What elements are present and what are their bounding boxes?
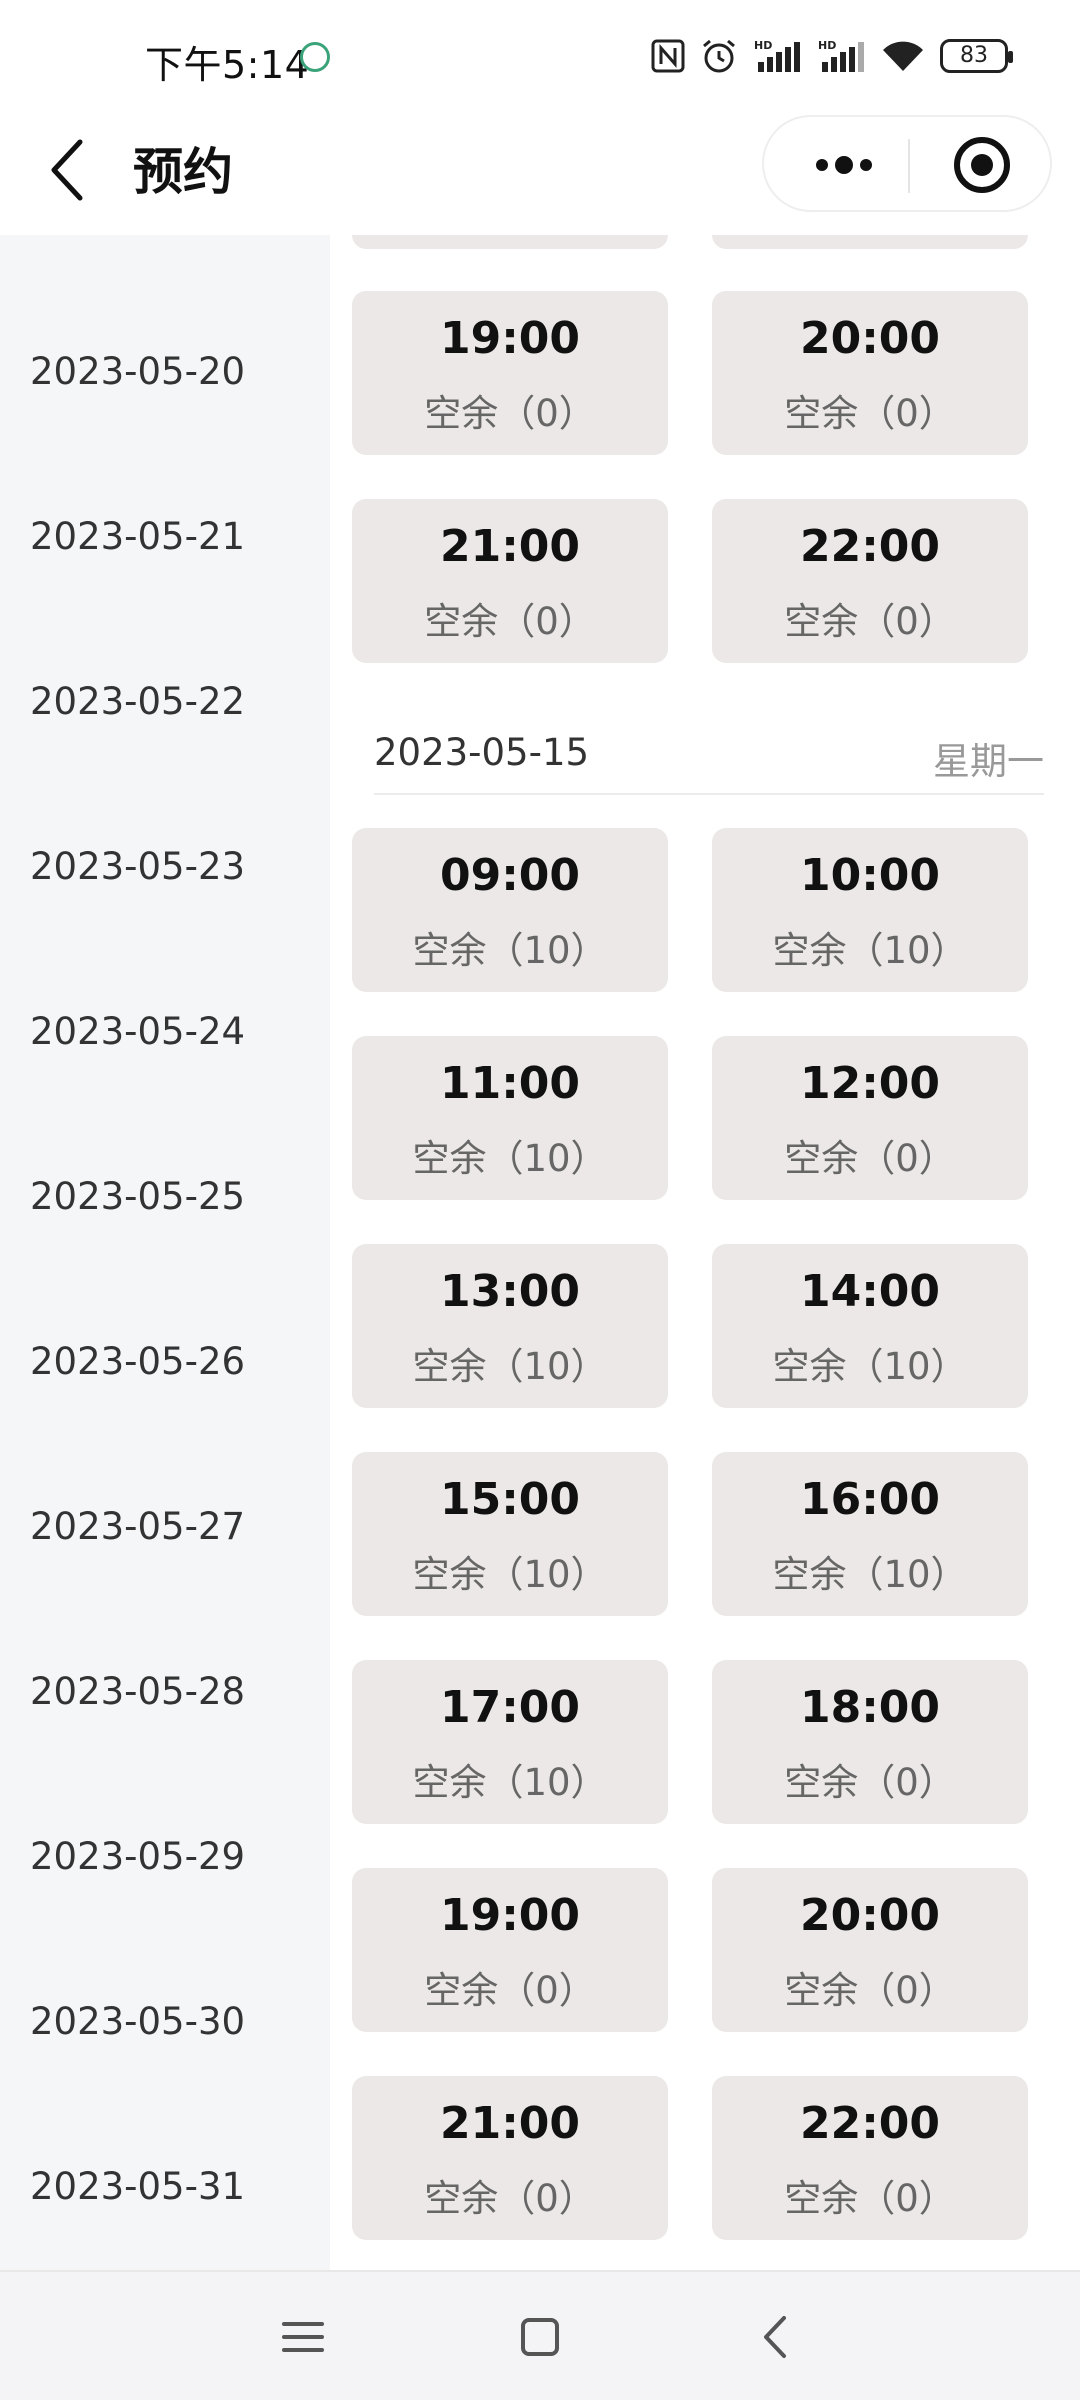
slot-time: 10:00 bbox=[799, 850, 941, 901]
slot-remaining: 空余（0） bbox=[784, 600, 956, 643]
sidebar-date-item[interactable]: 2023-05-20 bbox=[30, 350, 245, 393]
slot-remaining: 空余（10） bbox=[772, 929, 968, 972]
slot-list: 19:00 空余（0） 20:00 空余（0） 21:00 空余（0） 22:0… bbox=[330, 235, 1080, 2270]
slot-time: 15:00 bbox=[439, 1474, 581, 1525]
mini-program-capsule bbox=[762, 115, 1052, 212]
time-slot-card[interactable]: 21:00 空余（0） bbox=[352, 2076, 668, 2240]
sidebar-date-item[interactable]: 2023-05-25 bbox=[30, 1175, 245, 1218]
slot-remaining: 空余（0） bbox=[784, 1761, 956, 1804]
time-slot-card[interactable]: 15:00 空余（10） bbox=[352, 1452, 668, 1616]
time-slot-card[interactable]: 19:00 空余（0） bbox=[352, 1868, 668, 2032]
alarm-icon bbox=[703, 39, 735, 73]
time-slot-card[interactable]: 13:00 空余（10） bbox=[352, 1244, 668, 1408]
time-slot-card[interactable]: 20:00 空余（0） bbox=[712, 1868, 1028, 2032]
slot-remaining: 空余（0） bbox=[424, 392, 596, 435]
slot-time: 09:00 bbox=[439, 850, 581, 901]
time-slot-card[interactable]: 22:00 空余（0） bbox=[712, 2076, 1028, 2240]
slot-time: 16:00 bbox=[799, 1474, 941, 1525]
day-weekday: 星期一 bbox=[933, 740, 1044, 783]
hd-signal-icon: HD bbox=[818, 39, 864, 72]
slot-remaining: 空余（0） bbox=[784, 1137, 956, 1180]
date-sidebar: 2023-05-20 2023-05-21 2023-05-22 2023-05… bbox=[0, 235, 330, 2270]
wifi-icon bbox=[883, 41, 923, 71]
slot-time: 17:00 bbox=[439, 1682, 581, 1733]
time-slot-card[interactable] bbox=[712, 235, 1028, 249]
time-slot-card[interactable]: 10:00 空余（10） bbox=[712, 828, 1028, 992]
time-slot-card[interactable]: 19:00 空余（0） bbox=[352, 291, 668, 455]
slot-time: 22:00 bbox=[799, 2098, 941, 2149]
sidebar-date-item[interactable]: 2023-05-29 bbox=[30, 1835, 245, 1878]
nav-bar: 预约 bbox=[0, 110, 1080, 235]
target-icon[interactable] bbox=[951, 134, 1013, 196]
time-slot-card[interactable]: 16:00 空余（10） bbox=[712, 1452, 1028, 1616]
slot-remaining: 空余（0） bbox=[784, 392, 956, 435]
time-slot-card[interactable]: 09:00 空余（10） bbox=[352, 828, 668, 992]
time-slot-card[interactable]: 21:00 空余（0） bbox=[352, 499, 668, 663]
page-title: 预约 bbox=[133, 143, 233, 201]
back-chevron-icon[interactable] bbox=[742, 2302, 812, 2372]
slot-remaining: 空余（0） bbox=[424, 600, 596, 643]
slot-time: 19:00 bbox=[439, 313, 581, 364]
slot-remaining: 空余（10） bbox=[772, 1553, 968, 1596]
slot-time: 19:00 bbox=[439, 1890, 581, 1941]
slot-time: 21:00 bbox=[439, 521, 581, 572]
time-slot-card[interactable]: 18:00 空余（0） bbox=[712, 1660, 1028, 1824]
slot-remaining: 空余（0） bbox=[424, 1969, 596, 2012]
svg-text:HD: HD bbox=[754, 39, 772, 52]
time-slot-card[interactable]: 14:00 空余（10） bbox=[712, 1244, 1028, 1408]
slot-time: 14:00 bbox=[799, 1266, 941, 1317]
sidebar-date-item[interactable]: 2023-05-24 bbox=[30, 1010, 245, 1053]
slot-time: 20:00 bbox=[799, 313, 941, 364]
sidebar-date-item[interactable]: 2023-05-23 bbox=[30, 845, 245, 888]
slot-time: 21:00 bbox=[439, 2098, 581, 2149]
slot-remaining: 空余（0） bbox=[784, 1969, 956, 2012]
slot-remaining: 空余（0） bbox=[784, 2177, 956, 2220]
more-dots-icon[interactable] bbox=[804, 135, 884, 195]
sidebar-date-item[interactable]: 2023-05-31 bbox=[30, 2165, 245, 2208]
time-slot-card[interactable]: 17:00 空余（10） bbox=[352, 1660, 668, 1824]
capsule-divider bbox=[908, 139, 910, 193]
slot-remaining: 空余（10） bbox=[412, 1345, 608, 1388]
eco-icon bbox=[300, 42, 330, 72]
time-slot-card[interactable] bbox=[352, 235, 668, 249]
slot-time: 13:00 bbox=[439, 1266, 581, 1317]
svg-text:HD: HD bbox=[818, 39, 836, 52]
slot-time: 22:00 bbox=[799, 521, 941, 572]
slot-remaining: 空余（10） bbox=[772, 1345, 968, 1388]
slot-remaining: 空余（10） bbox=[412, 1761, 608, 1804]
time-slot-card[interactable]: 22:00 空余（0） bbox=[712, 499, 1028, 663]
hd-signal-icon: HD bbox=[754, 39, 800, 72]
slot-time: 18:00 bbox=[799, 1682, 941, 1733]
status-icons: HD HD 83 bbox=[650, 36, 1013, 76]
system-nav-bar bbox=[0, 2270, 1080, 2400]
battery-icon: 83 bbox=[940, 39, 1013, 73]
sidebar-date-item[interactable]: 2023-05-28 bbox=[30, 1670, 245, 1713]
day-date: 2023-05-15 bbox=[374, 731, 590, 774]
slot-time: 11:00 bbox=[439, 1058, 581, 1109]
sidebar-date-item[interactable]: 2023-05-27 bbox=[30, 1505, 245, 1548]
nfc-icon bbox=[651, 39, 685, 73]
slot-remaining: 空余（10） bbox=[412, 1553, 608, 1596]
time-slot-card[interactable]: 12:00 空余（0） bbox=[712, 1036, 1028, 1200]
sidebar-date-item[interactable]: 2023-05-26 bbox=[30, 1340, 245, 1383]
status-time: 下午5:14 bbox=[145, 43, 310, 87]
slot-time: 12:00 bbox=[799, 1058, 941, 1109]
slot-time: 20:00 bbox=[799, 1890, 941, 1941]
sidebar-date-item[interactable]: 2023-05-21 bbox=[30, 515, 245, 558]
day-header: 2023-05-15 星期一 bbox=[374, 705, 1044, 795]
chevron-left-icon[interactable] bbox=[40, 130, 100, 210]
menu-icon[interactable] bbox=[268, 2302, 338, 2372]
sidebar-date-item[interactable]: 2023-05-22 bbox=[30, 680, 245, 723]
sidebar-date-item[interactable]: 2023-05-30 bbox=[30, 2000, 245, 2043]
time-slot-card[interactable]: 20:00 空余（0） bbox=[712, 291, 1028, 455]
time-slot-card[interactable]: 11:00 空余（10） bbox=[352, 1036, 668, 1200]
slot-remaining: 空余（10） bbox=[412, 929, 608, 972]
slot-remaining: 空余（0） bbox=[424, 2177, 596, 2220]
home-square-icon[interactable] bbox=[505, 2302, 575, 2372]
status-bar: 下午5:14 HD HD 83 bbox=[0, 0, 1080, 110]
slot-remaining: 空余（10） bbox=[412, 1137, 608, 1180]
